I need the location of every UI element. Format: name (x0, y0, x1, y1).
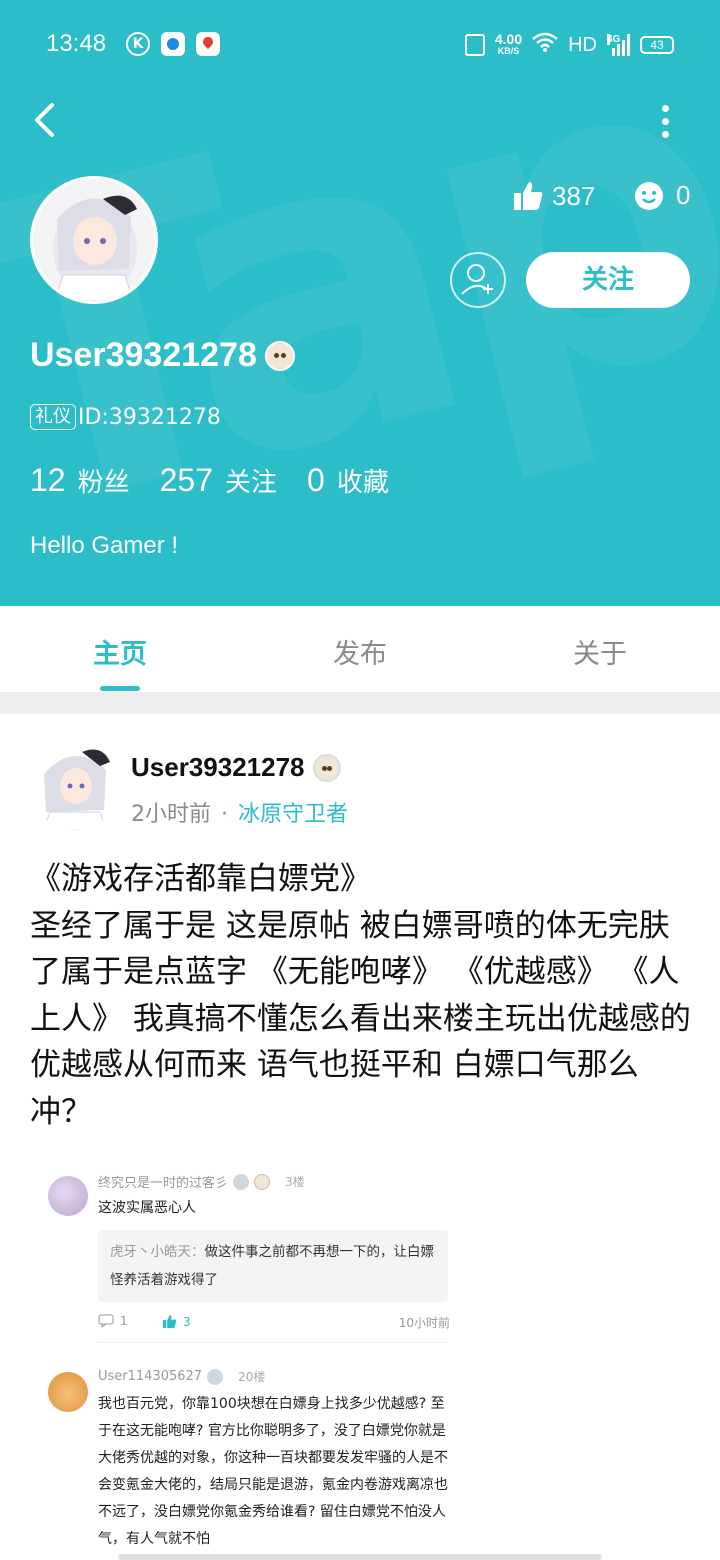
tab-about[interactable]: 关于 (480, 632, 720, 671)
more-menu-icon[interactable] (650, 100, 680, 140)
profile-id: ID:39321278 (78, 404, 221, 430)
comment-quote: 虎牙丶小皓天：做这件事之前都不再想一下的，让白嫖怪养活着游戏得了 (98, 1230, 448, 1302)
map-app-icon (196, 32, 220, 56)
tab-indicator (100, 686, 140, 691)
thumbs-up-icon (162, 1314, 177, 1329)
status-right: 4.00 KB/S HD 4G 43 (464, 30, 674, 60)
meta-separator: · (221, 802, 228, 827)
comment-text: 这波实属恶心人 (98, 1200, 196, 1216)
etiquette-tag: 礼仪 (30, 404, 76, 430)
wifi-icon (532, 31, 558, 59)
level-badge-icon (233, 1173, 250, 1190)
post-author-avatar[interactable] (30, 740, 120, 830)
hd-label: HD (568, 33, 597, 56)
followers-count[interactable]: 12 (30, 462, 66, 499)
signal-icon: 4G (607, 34, 630, 56)
follow-button[interactable]: 关注 (526, 252, 690, 308)
battery-icon: 43 (640, 36, 674, 54)
profile-counts: 12 粉丝 257 关注 0 收藏 (30, 462, 419, 499)
following-label[interactable]: 关注 (225, 462, 277, 499)
comment-header: 终究只是一时的过客彡 3楼 (98, 1173, 305, 1191)
add-friend-button[interactable] (450, 252, 506, 308)
comment-text: 我也百元党，你靠100块想在白嫖身上找多少优越感? 至于在这无能咆哮? 官方比你… (98, 1396, 448, 1547)
post-forum-link[interactable]: 冰原守卫者 (238, 802, 348, 827)
profile-avatar[interactable] (30, 176, 158, 304)
emoji-stat: 0 (634, 180, 690, 211)
comment-time: 10小时前 (398, 1316, 450, 1330)
add-user-icon (461, 264, 493, 295)
favorites-label[interactable]: 收藏 (337, 462, 389, 499)
post-body-text: 《游戏存活都靠白嫖党》 圣经了属于是 这是原帖 被白嫖哥喷的体无完肤了属于是点蓝字… (30, 861, 691, 1130)
comment-header: User114305627 20楼 (98, 1368, 266, 1385)
back-arrow-icon[interactable] (28, 100, 68, 140)
post-author-name[interactable]: User39321278 (131, 752, 341, 783)
followers-label[interactable]: 粉丝 (78, 462, 130, 499)
profile-id-row: 礼仪 ID:39321278 (30, 404, 221, 430)
status-bar: 13:48 K 4.00 KB/S HD 4G 43 (0, 0, 720, 88)
commenter-avatar (48, 1176, 88, 1216)
profile-bio: Hello Gamer ! (30, 532, 179, 559)
tab-home[interactable]: 主页 (0, 632, 240, 671)
post-meta: 2小时前 · 冰原守卫者 (131, 796, 348, 828)
thumbs-up-icon (514, 182, 543, 210)
post-time: 2小时前 (131, 802, 211, 827)
mascot-badge-icon (254, 1173, 271, 1190)
comment-icon (98, 1314, 114, 1328)
like-count: 3 (162, 1314, 191, 1329)
post-body[interactable]: 《游戏存活都靠白嫖党》 圣经了属于是 这是原帖 被白嫖哥喷的体无完肤了属于是点蓝字… (30, 856, 696, 1135)
mascot-badge-icon (264, 340, 295, 371)
mascot-badge-icon (312, 753, 341, 782)
profile-username: User39321278 (30, 336, 295, 375)
commenter-avatar (48, 1372, 88, 1412)
reply-count: 1 (98, 1314, 128, 1328)
k-app-icon: K (126, 32, 150, 56)
tab-posts[interactable]: 发布 (240, 632, 480, 671)
comment-divider (98, 1342, 448, 1343)
smiley-icon (635, 181, 663, 210)
net-speed: 4.00 KB/S (494, 31, 523, 56)
like-stat: 387 (512, 180, 595, 212)
level-badge-icon (207, 1368, 224, 1385)
favorites-count[interactable]: 0 (307, 462, 325, 499)
section-divider (0, 692, 720, 714)
home-indicator[interactable] (118, 1554, 602, 1560)
profile-header: Tap 13:48 K 4.00 KB/S HD 4G 43 387 0 关注 … (0, 0, 720, 606)
status-time: 13:48 (46, 30, 107, 57)
circle-app-icon (161, 32, 185, 56)
following-count[interactable]: 257 (160, 462, 213, 499)
vibrate-icon (464, 34, 485, 56)
profile-tabs: 主页 发布 关于 (0, 606, 720, 692)
